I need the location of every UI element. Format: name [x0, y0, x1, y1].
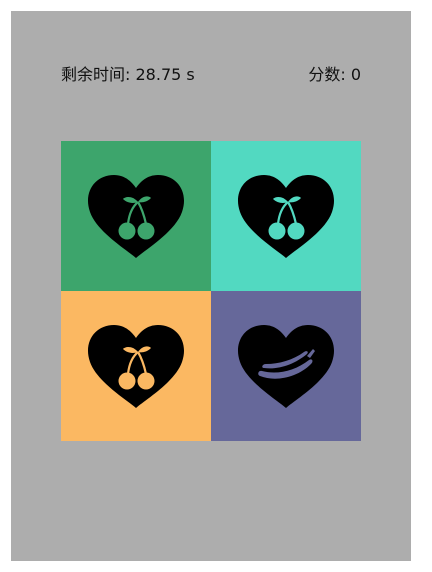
tile-2[interactable] — [211, 141, 361, 291]
hud: 剩余时间: 28.75 s 分数: 0 — [61, 63, 361, 87]
time-label: 剩余时间: — [61, 65, 131, 84]
heart-cherry-icon — [87, 175, 185, 258]
heart-cherry-icon — [237, 175, 335, 258]
time-remaining: 剩余时间: 28.75 s — [61, 63, 195, 87]
tile-4[interactable] — [211, 291, 361, 441]
score: 分数: 0 — [308, 63, 361, 87]
tile-3[interactable] — [61, 291, 211, 441]
heart-banana-icon — [237, 325, 335, 408]
score-value: 0 — [350, 65, 361, 84]
tile-board — [61, 141, 361, 441]
score-label: 分数: — [308, 65, 346, 84]
tile-1[interactable] — [61, 141, 211, 291]
time-value: 28.75 s — [135, 65, 195, 84]
game-panel: 剩余时间: 28.75 s 分数: 0 — [11, 11, 411, 561]
heart-cherry-icon — [87, 325, 185, 408]
